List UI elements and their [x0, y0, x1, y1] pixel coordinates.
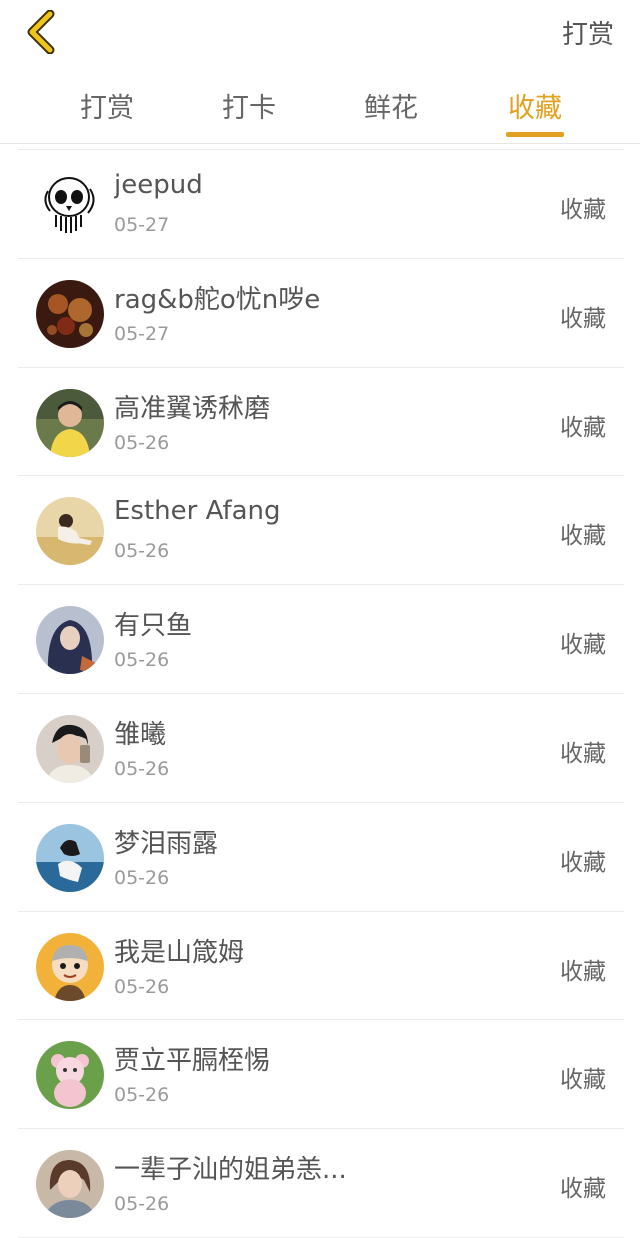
user-name: rag&b舵o忧n哕e	[114, 284, 321, 315]
avatar	[36, 606, 104, 675]
entry-action: 收藏	[560, 414, 606, 441]
entry-date: 05-26	[114, 757, 170, 780]
list-item[interactable]: rag&b舵o忧n哕e 05-27 收藏	[18, 259, 624, 368]
entry-action: 收藏	[560, 632, 606, 659]
tab-favorites[interactable]: 收藏	[475, 86, 595, 125]
list-item[interactable]: 贾立平膈桎惕 05-26 收藏	[18, 1020, 624, 1130]
entry-date: 05-26	[114, 649, 170, 672]
entry-date: 05-27	[114, 214, 170, 236]
avatar	[36, 279, 104, 348]
entry-action: 收藏	[560, 1176, 606, 1203]
entry-date: 05-26	[114, 540, 170, 563]
list-item[interactable]: 梦泪雨露 05-26 收藏	[18, 803, 624, 912]
back-button[interactable]	[22, 9, 62, 55]
avatar	[36, 1150, 104, 1219]
avatar	[36, 823, 104, 892]
list-item[interactable]: 高准翼诱秫磨 05-26 收藏	[18, 368, 624, 477]
user-name: 雏曦	[114, 719, 167, 750]
avatar	[36, 714, 104, 783]
avatar	[36, 388, 104, 457]
avatar	[36, 497, 104, 566]
entry-date: 05-27	[114, 322, 170, 345]
list-item[interactable]: 有只鱼 05-26 收藏	[18, 585, 624, 694]
avatar	[36, 932, 104, 1001]
user-name: 贾立平膈桎惕	[114, 1046, 271, 1077]
tab-flowers[interactable]: 鲜花	[331, 86, 451, 125]
tab-reward[interactable]: 打赏	[47, 86, 167, 125]
entry-date: 05-26	[114, 975, 170, 998]
entry-action: 收藏	[560, 305, 606, 332]
top-bar: 打赏	[0, 0, 640, 64]
list-item[interactable]: 雏曦 05-26 收藏	[18, 694, 624, 803]
entry-date: 05-26	[114, 866, 170, 889]
favorites-list: jeepud 05-27 收藏 rag&b舵o忧n哕e 05-27 收藏 高准翼…	[18, 149, 624, 1238]
entry-action: 收藏	[560, 740, 606, 767]
list-item[interactable]: Esther Afang 05-26 收藏	[18, 476, 624, 586]
tab-checkin[interactable]: 打卡	[189, 86, 309, 125]
entry-date: 05-26	[114, 431, 170, 454]
entry-action: 收藏	[560, 958, 606, 985]
chevron-left-icon	[27, 9, 55, 55]
user-name: 我是山箴姆	[114, 937, 245, 968]
list-item[interactable]: 一辈子汕的姐弟恙... 05-26 收藏	[18, 1129, 624, 1238]
entry-action: 收藏	[560, 1067, 606, 1094]
user-name: 高准翼诱秫磨	[114, 393, 271, 424]
active-tab-indicator	[506, 132, 564, 137]
entry-action: 收藏	[560, 849, 606, 876]
user-name: jeepud	[114, 170, 203, 200]
reward-button[interactable]: 打赏	[562, 14, 614, 51]
avatar	[36, 171, 104, 239]
list-item[interactable]: 我是山箴姆 05-26 收藏	[18, 912, 624, 1021]
user-name: 有只鱼	[114, 611, 193, 642]
entry-date: 05-26	[114, 1084, 170, 1107]
entry-date: 05-26	[114, 1193, 170, 1216]
entry-action: 收藏	[560, 197, 606, 223]
avatar	[36, 1041, 104, 1110]
user-name: 一辈子汕的姐弟恙...	[114, 1155, 347, 1186]
user-name: Esther Afang	[114, 496, 281, 527]
user-name: 梦泪雨露	[114, 828, 219, 859]
list-item[interactable]: jeepud 05-27 收藏	[18, 150, 624, 259]
entry-action: 收藏	[560, 523, 606, 550]
